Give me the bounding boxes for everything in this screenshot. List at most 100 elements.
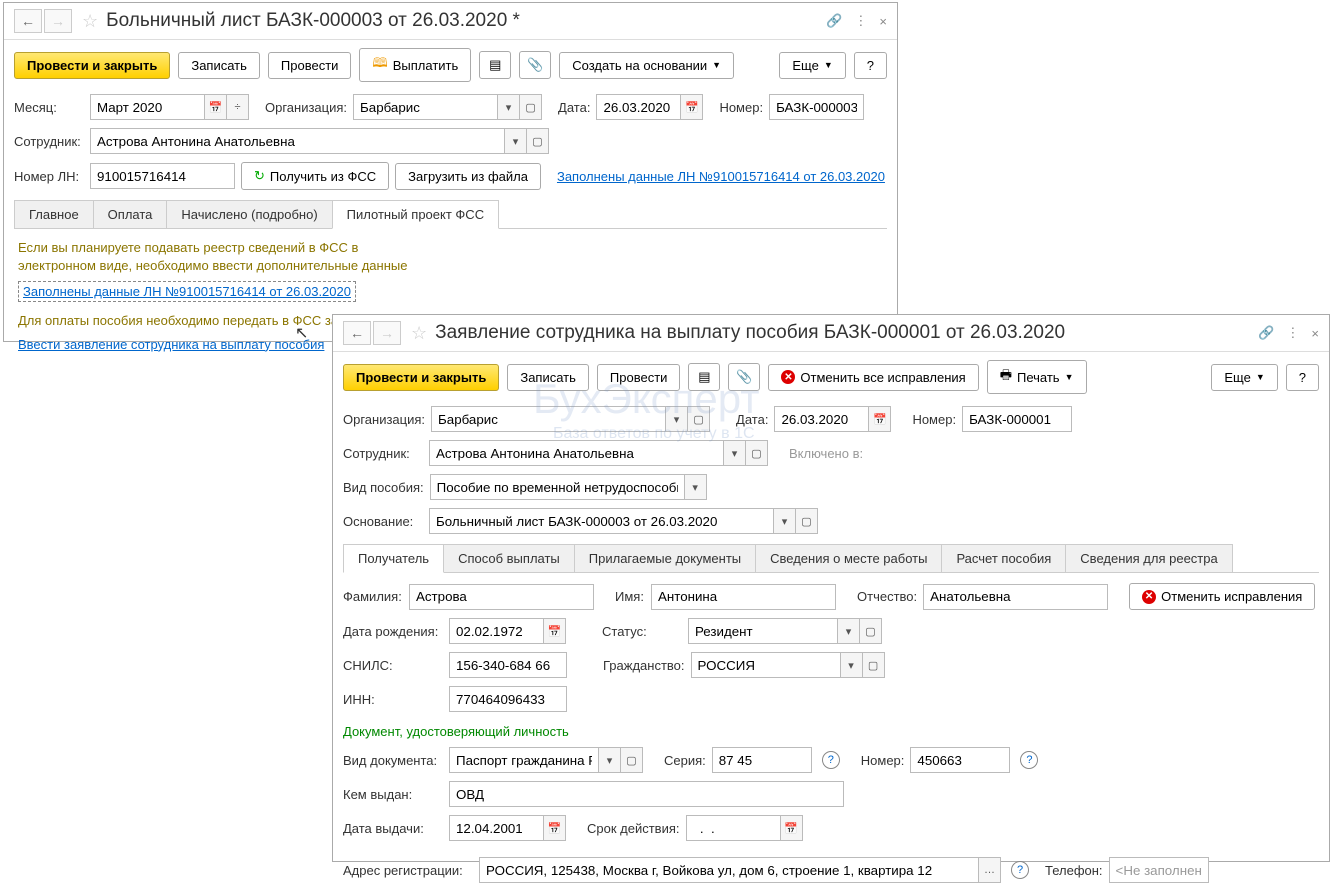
basis-input[interactable] bbox=[429, 508, 774, 534]
menu-icon[interactable]: ⋮ bbox=[1286, 325, 1299, 341]
issdate-input[interactable] bbox=[449, 815, 544, 841]
list-icon-button[interactable]: ▤ bbox=[688, 363, 720, 391]
org-input[interactable] bbox=[431, 406, 666, 432]
post-close-button[interactable]: Провести и закрыть bbox=[14, 52, 170, 79]
post-close-button[interactable]: Провести и закрыть bbox=[343, 364, 499, 391]
num-input[interactable] bbox=[769, 94, 864, 120]
open-icon[interactable]: ▢ bbox=[621, 747, 643, 773]
help-icon[interactable]: ? bbox=[1020, 751, 1038, 769]
open-icon[interactable]: ▢ bbox=[520, 94, 542, 120]
attach-icon-button[interactable]: 📎 bbox=[728, 363, 760, 391]
tab-accrued[interactable]: Начислено (подробно) bbox=[166, 200, 332, 228]
ellipsis-icon[interactable]: … bbox=[979, 857, 1001, 883]
calendar-icon[interactable]: 📅 bbox=[544, 815, 566, 841]
series-input[interactable] bbox=[712, 747, 812, 773]
citizen-input[interactable] bbox=[691, 652, 841, 678]
ln-data-link2[interactable]: Заполнены данные ЛН №910015716414 от 26.… bbox=[18, 281, 356, 302]
more-button[interactable]: Еще ▼ bbox=[779, 52, 845, 79]
dropdown-icon[interactable]: ▾ bbox=[774, 508, 796, 534]
post-button[interactable]: Провести bbox=[268, 52, 352, 79]
forward-button[interactable]: → bbox=[44, 9, 72, 33]
save-button[interactable]: Записать bbox=[507, 364, 589, 391]
save-button[interactable]: Записать bbox=[178, 52, 260, 79]
load-file-button[interactable]: Загрузить из файла bbox=[395, 163, 541, 190]
calendar-icon[interactable]: 📅 bbox=[781, 815, 803, 841]
dropdown-icon[interactable]: ▾ bbox=[724, 440, 746, 466]
open-icon[interactable]: ▢ bbox=[688, 406, 710, 432]
open-icon[interactable]: ▢ bbox=[863, 652, 885, 678]
ln-input[interactable] bbox=[90, 163, 235, 189]
date-input[interactable] bbox=[596, 94, 681, 120]
month-input[interactable] bbox=[90, 94, 205, 120]
tab-workplace[interactable]: Сведения о месте работы bbox=[755, 544, 942, 572]
calendar-icon[interactable]: 📅 bbox=[869, 406, 891, 432]
create-basis-button[interactable]: Создать на основании ▼ bbox=[559, 52, 734, 79]
org-input[interactable] bbox=[353, 94, 498, 120]
help-icon[interactable]: ? bbox=[1011, 861, 1029, 879]
stepper-icon[interactable]: ÷ bbox=[227, 94, 249, 120]
forward-button[interactable]: → bbox=[373, 321, 401, 345]
cancel-fixes2-button[interactable]: ✕ Отменить исправления bbox=[1129, 583, 1315, 610]
dropdown-icon[interactable]: ▾ bbox=[505, 128, 527, 154]
print-button[interactable]: 🖶 Печать ▼ bbox=[987, 360, 1087, 394]
lname-input[interactable] bbox=[409, 584, 594, 610]
valid-input[interactable] bbox=[686, 815, 781, 841]
list-icon-button[interactable]: ▤ bbox=[479, 51, 511, 79]
tab-registry[interactable]: Сведения для реестра bbox=[1065, 544, 1232, 572]
help-button[interactable]: ? bbox=[854, 52, 887, 79]
inn-input[interactable] bbox=[449, 686, 567, 712]
bdate-input[interactable] bbox=[449, 618, 544, 644]
emp-input[interactable] bbox=[429, 440, 724, 466]
type-input[interactable] bbox=[430, 474, 685, 500]
link-icon[interactable]: 🔗 bbox=[1258, 325, 1274, 341]
dropdown-icon[interactable]: ▾ bbox=[599, 747, 621, 773]
date-input[interactable] bbox=[774, 406, 869, 432]
snils-input[interactable] bbox=[449, 652, 567, 678]
tab-docs[interactable]: Прилагаемые документы bbox=[574, 544, 756, 572]
calendar-icon[interactable]: 📅 bbox=[544, 618, 566, 644]
cancel-fixes-button[interactable]: ✕ Отменить все исправления bbox=[768, 364, 978, 391]
menu-icon[interactable]: ⋮ bbox=[854, 13, 867, 29]
favorite-icon[interactable]: ☆ bbox=[82, 11, 98, 32]
get-fss-button[interactable]: ↻ Получить из ФСС bbox=[241, 162, 389, 190]
open-icon[interactable]: ▢ bbox=[796, 508, 818, 534]
dropdown-icon[interactable]: ▾ bbox=[685, 474, 707, 500]
open-icon[interactable]: ▢ bbox=[860, 618, 882, 644]
open-icon[interactable]: ▢ bbox=[746, 440, 768, 466]
close-icon[interactable]: × bbox=[1311, 326, 1319, 341]
calendar-icon[interactable]: 📅 bbox=[681, 94, 703, 120]
dropdown-icon[interactable]: ▾ bbox=[841, 652, 863, 678]
tab-main[interactable]: Главное bbox=[14, 200, 94, 228]
tab-paymethod[interactable]: Способ выплаты bbox=[443, 544, 575, 572]
tab-pilot[interactable]: Пилотный проект ФСС bbox=[332, 200, 499, 229]
doctype-input[interactable] bbox=[449, 747, 599, 773]
tab-calc[interactable]: Расчет пособия bbox=[941, 544, 1066, 572]
tab-payment[interactable]: Оплата bbox=[93, 200, 168, 228]
link-icon[interactable]: 🔗 bbox=[826, 13, 842, 29]
back-button[interactable]: ← bbox=[343, 321, 371, 345]
emp-input[interactable] bbox=[90, 128, 505, 154]
status-input[interactable] bbox=[688, 618, 838, 644]
favorite-icon[interactable]: ☆ bbox=[411, 323, 427, 344]
dropdown-icon[interactable]: ▾ bbox=[666, 406, 688, 432]
open-icon[interactable]: ▢ bbox=[527, 128, 549, 154]
back-button[interactable]: ← bbox=[14, 9, 42, 33]
mname-input[interactable] bbox=[923, 584, 1108, 610]
help-icon[interactable]: ? bbox=[822, 751, 840, 769]
fname-input[interactable] bbox=[651, 584, 836, 610]
num-input[interactable] bbox=[962, 406, 1072, 432]
tab-recipient[interactable]: Получатель bbox=[343, 544, 444, 573]
dropdown-icon[interactable]: ▾ bbox=[838, 618, 860, 644]
attach-icon-button[interactable]: 📎 bbox=[519, 51, 551, 79]
ln-data-link[interactable]: Заполнены данные ЛН №910015716414 от 26.… bbox=[557, 169, 885, 184]
addr-input[interactable] bbox=[479, 857, 979, 883]
post-button[interactable]: Провести bbox=[597, 364, 681, 391]
pay-button[interactable]: 🕮Выплатить bbox=[359, 48, 471, 82]
create-app-link[interactable]: Ввести заявление сотрудника на выплату п… bbox=[18, 337, 324, 352]
dropdown-icon[interactable]: ▾ bbox=[498, 94, 520, 120]
close-icon[interactable]: × bbox=[879, 14, 887, 29]
issued-input[interactable] bbox=[449, 781, 844, 807]
help-button[interactable]: ? bbox=[1286, 364, 1319, 391]
phone-input[interactable] bbox=[1109, 857, 1209, 883]
calendar-icon[interactable]: 📅 bbox=[205, 94, 227, 120]
